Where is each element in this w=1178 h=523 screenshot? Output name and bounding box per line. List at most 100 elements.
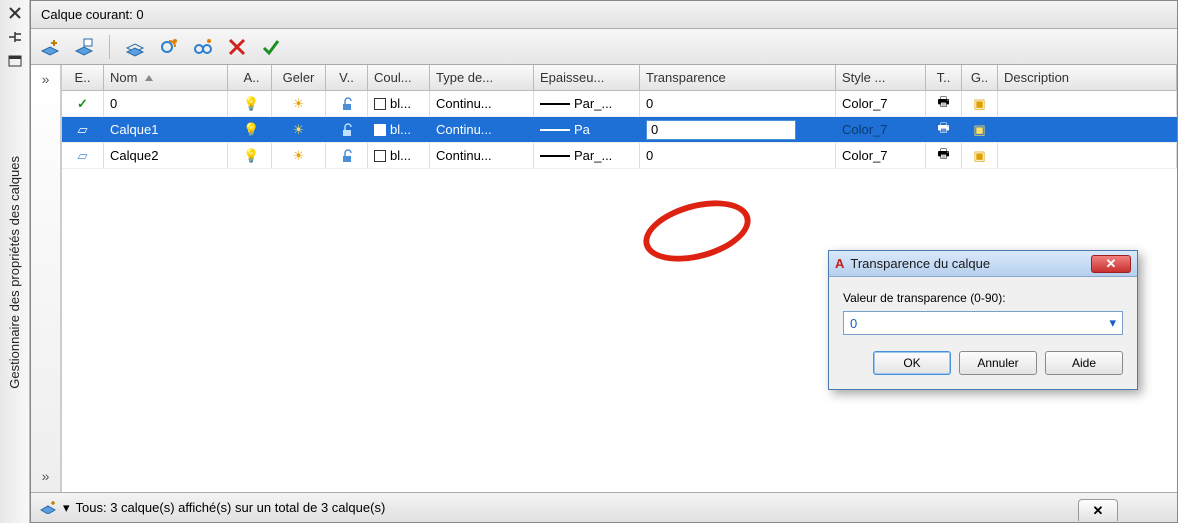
table-row[interactable]: ✓ 0 💡 ☀ bl... Continu... Par_... 0 Color…	[62, 91, 1177, 117]
dropdown-icon[interactable]: ▾	[63, 500, 70, 516]
combo-value: 0	[850, 316, 857, 331]
name-cell[interactable]: Calque2	[104, 143, 228, 168]
transparency-cell[interactable]: 0	[640, 143, 836, 168]
unlock-icon	[339, 122, 355, 138]
layer-icon: ▱	[78, 122, 88, 138]
desc-cell[interactable]	[998, 143, 1177, 168]
lineweight-label: Pa	[574, 122, 590, 137]
col-lock[interactable]: V..	[326, 65, 368, 90]
dialog-button-row: OK Annuler Aide	[843, 351, 1123, 375]
layer-icon: ▱	[78, 148, 88, 164]
lock-cell[interactable]	[326, 117, 368, 142]
bulb-icon: 💡	[243, 96, 259, 112]
freeze-cell[interactable]: ☀	[272, 91, 326, 116]
desc-cell[interactable]	[998, 117, 1177, 142]
desc-cell[interactable]	[998, 91, 1177, 116]
app-icon: A	[835, 256, 844, 271]
lineweight-icon	[540, 155, 570, 157]
left-rail: Gestionnaire des propriétés des calques	[0, 0, 30, 523]
col-freeze[interactable]: Geler	[272, 65, 326, 90]
col-description[interactable]: Description	[998, 65, 1177, 90]
name-cell[interactable]: Calque1	[104, 117, 228, 142]
lock-cell[interactable]	[326, 143, 368, 168]
sun-icon: ☀	[293, 122, 305, 138]
lineweight-label: Par_...	[574, 96, 612, 111]
newvp-cell[interactable]: ▣	[962, 117, 998, 142]
filter-group-button[interactable]	[190, 34, 216, 60]
current-layer-bar: Calque courant: 0	[31, 1, 1177, 29]
transparency-combo[interactable]: 0 ▾	[843, 311, 1123, 335]
col-newvp[interactable]: G..	[962, 65, 998, 90]
cancel-button[interactable]: Annuler	[959, 351, 1037, 375]
lineweight-icon	[540, 129, 570, 131]
dialog-close-button[interactable]: ✕	[1091, 255, 1131, 273]
lock-cell[interactable]	[326, 91, 368, 116]
delete-layer-button[interactable]	[224, 34, 250, 60]
freeze-cell[interactable]: ☀	[272, 143, 326, 168]
new-layer-button[interactable]	[37, 34, 63, 60]
new-layer-vp-button[interactable]	[71, 34, 97, 60]
col-name[interactable]: Nom	[104, 65, 228, 90]
col-plotstyle[interactable]: Style ...	[836, 65, 926, 90]
linetype-cell[interactable]: Continu...	[430, 143, 534, 168]
linetype-cell[interactable]: Continu...	[430, 117, 534, 142]
color-cell[interactable]: bl...	[368, 117, 430, 142]
plotstyle-cell[interactable]: Color_7	[836, 117, 926, 142]
name-cell[interactable]: 0	[104, 91, 228, 116]
filter-toggle-icon[interactable]	[39, 498, 57, 517]
newvp-cell[interactable]: ▣	[962, 143, 998, 168]
on-cell[interactable]: 💡	[232, 117, 272, 142]
col-plot[interactable]: T..	[926, 65, 962, 90]
table-row[interactable]: ▱ Calque2 💡 ☀ bl... Continu... Par_... 0…	[62, 143, 1177, 169]
col-on[interactable]: A..	[232, 65, 272, 90]
pin-icon[interactable]	[6, 28, 24, 46]
col-status[interactable]: E..	[62, 65, 104, 90]
sun-icon: ☀	[293, 148, 305, 164]
transparency-input[interactable]: 0	[646, 120, 796, 140]
close-icon[interactable]	[6, 4, 24, 22]
current-layer-label: Calque courant: 0	[41, 7, 144, 22]
ok-button[interactable]: OK	[873, 351, 951, 375]
collapse-bottom-button[interactable]: »	[42, 468, 50, 484]
plot-cell[interactable]: 🖶	[926, 117, 962, 142]
on-cell[interactable]: 💡	[232, 143, 272, 168]
col-lineweight[interactable]: Epaisseu...	[534, 65, 640, 90]
col-linetype[interactable]: Type de...	[430, 65, 534, 90]
color-cell[interactable]: bl...	[368, 91, 430, 116]
lineweight-icon	[540, 103, 570, 105]
plotstyle-cell[interactable]: Color_7	[836, 91, 926, 116]
close-tab[interactable]: ✕	[1078, 499, 1118, 521]
dialog-label: Valeur de transparence (0-90):	[843, 291, 1123, 305]
sort-asc-icon	[145, 75, 153, 81]
dialog-titlebar[interactable]: A Transparence du calque ✕	[829, 251, 1137, 277]
freeze-cell[interactable]: ☀	[272, 117, 326, 142]
plotstyle-cell[interactable]: Color_7	[836, 143, 926, 168]
collapse-top-button[interactable]: »	[42, 71, 50, 87]
layer-states-button[interactable]	[122, 34, 148, 60]
sun-square-icon: ▣	[973, 96, 985, 112]
col-color[interactable]: Coul...	[368, 65, 430, 90]
sun-square-icon: ▣	[973, 122, 985, 138]
set-current-button[interactable]	[258, 34, 284, 60]
unlock-icon	[339, 148, 355, 164]
color-label: bl...	[390, 148, 411, 163]
color-cell[interactable]: bl...	[368, 143, 430, 168]
status-cell: ✓	[62, 91, 104, 116]
transparency-cell[interactable]: 0	[640, 117, 836, 142]
lineweight-cell[interactable]: Pa	[534, 117, 640, 142]
table-row[interactable]: ▱ Calque1 💡 ☀ bl... Continu... Pa 0 Colo…	[62, 117, 1177, 143]
plot-cell[interactable]: 🖶	[926, 91, 962, 116]
linetype-cell[interactable]: Continu...	[430, 91, 534, 116]
help-button[interactable]: Aide	[1045, 351, 1123, 375]
on-cell[interactable]: 💡	[232, 91, 272, 116]
newvp-cell[interactable]: ▣	[962, 91, 998, 116]
col-transparency[interactable]: Transparence	[640, 65, 836, 90]
filter-new-button[interactable]	[156, 34, 182, 60]
panel-icon[interactable]	[6, 52, 24, 70]
transparency-cell[interactable]: 0	[640, 91, 836, 116]
color-swatch	[374, 124, 386, 136]
plot-cell[interactable]: 🖶	[926, 143, 962, 168]
status-cell: ▱	[62, 143, 104, 168]
lineweight-cell[interactable]: Par_...	[534, 143, 640, 168]
lineweight-cell[interactable]: Par_...	[534, 91, 640, 116]
